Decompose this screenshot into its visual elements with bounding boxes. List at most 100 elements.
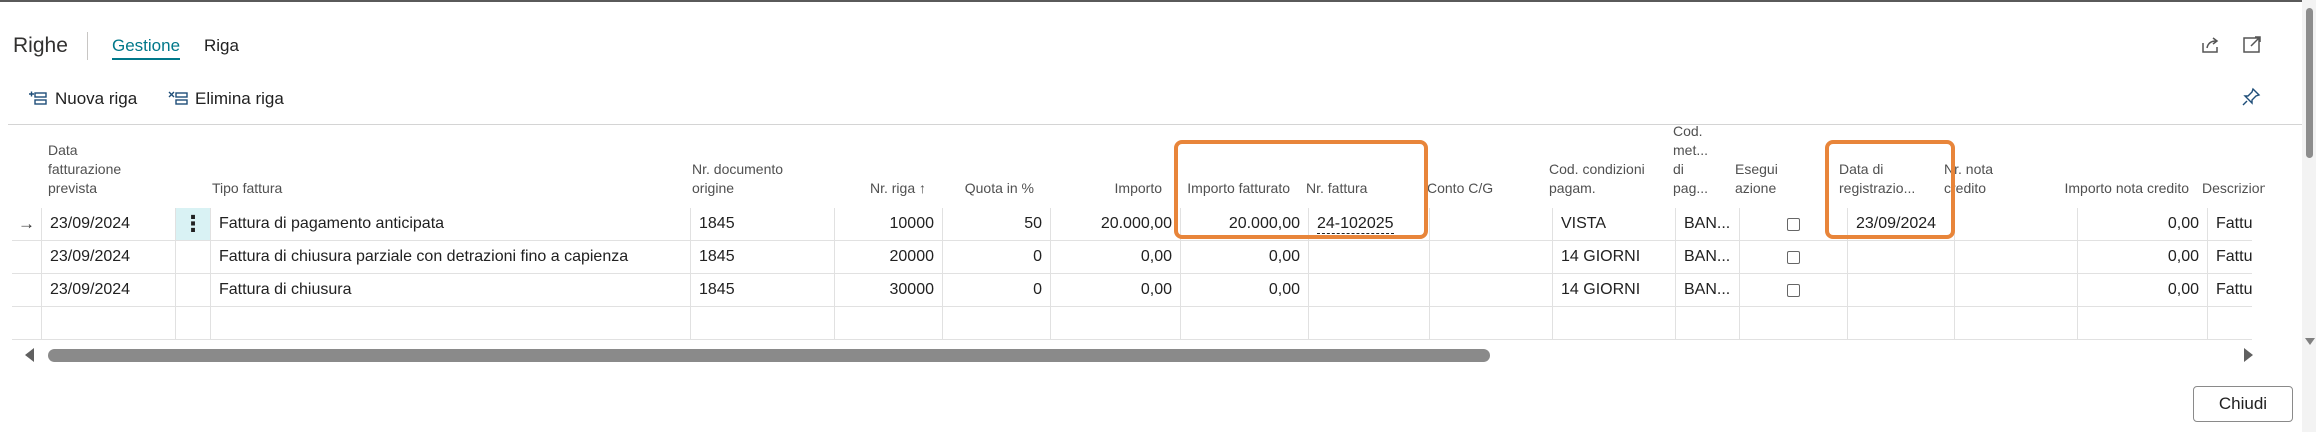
cell-tipo-fattura[interactable]: Fattura di pagamento anticipata xyxy=(211,208,691,241)
cell-nr-documento[interactable]: 1845 xyxy=(691,274,835,307)
cell-nr-riga[interactable]: 20000 xyxy=(835,241,943,274)
cell-data-fatturazione[interactable]: 23/09/2024 xyxy=(42,274,176,307)
row-actions-menu-icon[interactable]: ⋮ xyxy=(176,208,211,241)
cell-data-registrazione[interactable] xyxy=(1848,241,1955,274)
vertical-scrollbar[interactable] xyxy=(2302,0,2316,432)
cell-cod-condizioni[interactable]: 14 GIORNI xyxy=(1553,241,1676,274)
header-nr-riga[interactable]: Nr. riga ↑ xyxy=(823,124,933,206)
empty-cell[interactable] xyxy=(211,307,691,340)
esegui-checkbox[interactable] xyxy=(1787,217,1800,231)
cell-nr-riga[interactable]: 10000 xyxy=(835,208,943,241)
cell-nr-documento[interactable]: 1845 xyxy=(691,241,835,274)
cell-cod-metodo[interactable]: BAN... xyxy=(1676,241,1740,274)
pin-icon[interactable] xyxy=(2240,86,2262,108)
cell-importo[interactable]: 0,00 xyxy=(1051,241,1181,274)
cell-importo-fatturato[interactable]: 0,00 xyxy=(1181,241,1309,274)
cell-importo-nota[interactable]: 0,00 xyxy=(2078,208,2208,241)
vertical-scrollbar-thumb[interactable] xyxy=(2306,8,2313,158)
cell-esegui[interactable] xyxy=(1740,274,1848,307)
header-cod-condizioni[interactable]: Cod. condizioni pagam. xyxy=(1542,124,1652,206)
tab-riga[interactable]: Riga xyxy=(204,36,239,56)
cell-cod-metodo[interactable]: BAN... xyxy=(1676,274,1740,307)
empty-cell[interactable] xyxy=(691,307,835,340)
cell-cod-condizioni[interactable]: 14 GIORNI xyxy=(1553,274,1676,307)
cell-cod-condizioni[interactable]: VISTA xyxy=(1553,208,1676,241)
cell-tipo-fattura[interactable]: Fattura di chiusura parziale con detrazi… xyxy=(211,241,691,274)
esegui-checkbox[interactable] xyxy=(1787,250,1800,264)
scroll-left-icon[interactable] xyxy=(25,348,34,362)
cell-data-fatturazione[interactable]: 23/09/2024 xyxy=(42,208,176,241)
table-row[interactable]: 23/09/2024 Fattura di chiusura parziale … xyxy=(12,241,2252,274)
cell-quota[interactable]: 50 xyxy=(943,208,1051,241)
empty-cell[interactable] xyxy=(1309,307,1430,340)
cell-conto[interactable] xyxy=(1430,241,1553,274)
close-button[interactable]: Chiudi xyxy=(2193,386,2293,422)
horizontal-scrollbar[interactable] xyxy=(12,344,2253,366)
scroll-down-icon[interactable] xyxy=(2305,338,2315,345)
header-data-fatturazione[interactable]: Data fatturazione prevista xyxy=(41,124,161,206)
cell-importo-nota[interactable]: 0,00 xyxy=(2078,274,2208,307)
cell-cod-metodo[interactable]: BAN... xyxy=(1676,208,1740,241)
row-selector[interactable] xyxy=(12,241,42,274)
empty-cell[interactable] xyxy=(176,307,211,340)
cell-nr-documento[interactable]: 1845 xyxy=(691,208,835,241)
cell-importo[interactable]: 0,00 xyxy=(1051,274,1181,307)
cell-importo-nota[interactable]: 0,00 xyxy=(2078,241,2208,274)
cell-nr-fattura[interactable] xyxy=(1309,241,1430,274)
header-esegui[interactable]: Esegui azione xyxy=(1728,124,1804,206)
empty-cell[interactable] xyxy=(1430,307,1553,340)
empty-cell[interactable] xyxy=(943,307,1051,340)
empty-cell[interactable] xyxy=(1051,307,1181,340)
row-selector[interactable] xyxy=(12,274,42,307)
cell-descrizione[interactable]: Fattura di xyxy=(2208,208,2252,241)
empty-cell[interactable] xyxy=(2078,307,2208,340)
empty-cell[interactable] xyxy=(2208,307,2252,340)
delete-line-button[interactable]: Elimina riga xyxy=(168,84,284,114)
cell-conto[interactable] xyxy=(1430,274,1553,307)
header-importo[interactable]: Importo xyxy=(1039,124,1169,206)
scrollbar-thumb[interactable] xyxy=(48,349,1490,362)
tab-gestione[interactable]: Gestione xyxy=(112,36,181,60)
header-tipo-fattura[interactable]: Tipo fattura xyxy=(205,124,691,206)
cell-esegui[interactable] xyxy=(1740,241,1848,274)
cell-data-registrazione[interactable] xyxy=(1848,274,1955,307)
row-actions-cell[interactable] xyxy=(176,274,211,307)
empty-new-row[interactable] xyxy=(12,307,2252,340)
cell-quota[interactable]: 0 xyxy=(943,241,1051,274)
cell-nr-nota[interactable] xyxy=(1955,208,2078,241)
share-icon[interactable] xyxy=(2199,34,2221,56)
cell-nr-fattura[interactable] xyxy=(1309,274,1430,307)
header-importo-nota[interactable]: Importo nota credito xyxy=(2012,124,2196,206)
new-line-button[interactable]: Nuova riga xyxy=(28,84,137,114)
cell-descrizione[interactable]: Fattura di xyxy=(2208,274,2252,307)
cell-nr-riga[interactable]: 30000 xyxy=(835,274,943,307)
empty-cell[interactable] xyxy=(1181,307,1309,340)
table-row[interactable]: 23/09/2024 Fattura di chiusura 1845 3000… xyxy=(12,274,2252,307)
cell-importo-fatturato[interactable]: 0,00 xyxy=(1181,274,1309,307)
cell-descrizione[interactable]: Fattura di xyxy=(2208,241,2252,274)
cell-conto[interactable] xyxy=(1430,208,1553,241)
empty-cell[interactable] xyxy=(1955,307,2078,340)
empty-cell[interactable] xyxy=(42,307,176,340)
row-actions-cell[interactable] xyxy=(176,241,211,274)
cell-quota[interactable]: 0 xyxy=(943,274,1051,307)
cell-importo[interactable]: 20.000,00 xyxy=(1051,208,1181,241)
row-selector[interactable] xyxy=(12,307,42,340)
expand-icon[interactable] xyxy=(2241,34,2263,56)
header-descrizione[interactable]: Descrizione xyxy=(2195,124,2265,206)
empty-cell[interactable] xyxy=(1676,307,1740,340)
empty-cell[interactable] xyxy=(1740,307,1848,340)
empty-cell[interactable] xyxy=(1848,307,1955,340)
esegui-checkbox[interactable] xyxy=(1787,283,1800,297)
empty-cell[interactable] xyxy=(835,307,943,340)
cell-data-fatturazione[interactable]: 23/09/2024 xyxy=(42,241,176,274)
cell-nr-nota[interactable] xyxy=(1955,274,2078,307)
header-cod-metodo[interactable]: Cod. met... di pag... xyxy=(1666,124,1724,206)
scroll-right-icon[interactable] xyxy=(2244,348,2253,362)
cell-tipo-fattura[interactable]: Fattura di chiusura xyxy=(211,274,691,307)
empty-cell[interactable] xyxy=(1553,307,1676,340)
header-quota[interactable]: Quota in % xyxy=(931,124,1041,206)
cell-nr-nota[interactable] xyxy=(1955,241,2078,274)
header-nr-documento[interactable]: Nr. documento origine xyxy=(685,124,835,206)
header-conto[interactable]: Conto C/G xyxy=(1420,124,1540,206)
